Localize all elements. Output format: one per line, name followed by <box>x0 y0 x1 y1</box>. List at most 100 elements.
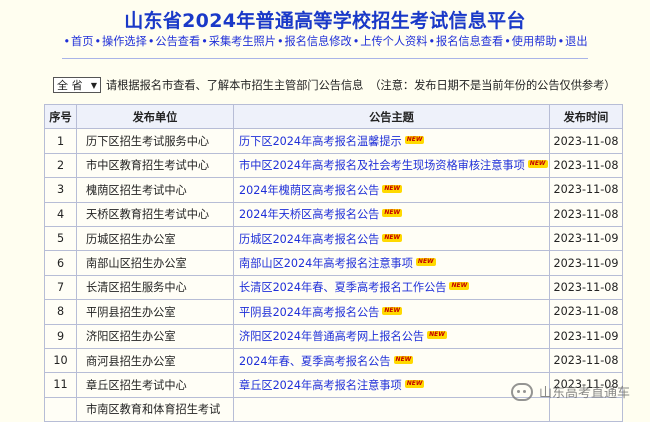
row-no: 7 <box>44 274 77 301</box>
row-no-text: 10 <box>53 354 68 368</box>
row-date: 2023-11-09 <box>549 323 623 349</box>
row-topic: 2024年春、夏季高考报名公告 NEW <box>233 347 550 374</box>
row-date: 2023-11-09 <box>549 225 623 252</box>
watermark: 山东高考直通车 <box>510 382 630 401</box>
new-badge-icon: NEW <box>427 331 447 340</box>
table-row: 2 市中区教育招生考试中心 市中区2024年高考报名及社会考生现场资格审核注意事项 N… <box>44 152 623 179</box>
table-row: 9 济阳区招生办公室 济阳区2024年普通高考网上报名公告 NEW 2023-11-09 <box>44 323 623 349</box>
row-no-text: 3 <box>56 183 65 197</box>
header-no: 序号 <box>44 103 77 130</box>
header-topic: 公告主题 <box>233 103 550 130</box>
row-date: 2023-11-08 <box>549 152 623 179</box>
row-unit-text: 历下区招生考试服务中心 <box>86 135 210 149</box>
announcement-link[interactable]: 长清区2024年春、夏季高考报名工作公告 <box>239 281 446 294</box>
announcement-link[interactable]: 南部山区2024年高考报名注意事项 <box>239 257 413 270</box>
announcement-link[interactable]: 市中区2024年高考报名及社会考生现场资格审核注意事项 <box>239 159 525 172</box>
row-unit-text: 平阴县招生办公室 <box>86 305 176 319</box>
row-topic: 济阳区2024年普通高考网上报名公告 NEW <box>233 323 550 349</box>
row-unit: 商河县招生办公室 <box>76 347 234 374</box>
row-date-text: 2023-11-08 <box>553 280 619 294</box>
row-topic: 南部山区2024年高考报名注意事项 NEW <box>233 250 550 276</box>
row-no: 8 <box>44 299 77 325</box>
chevron-down-icon: ▼ <box>90 80 97 90</box>
announcement-link[interactable]: 历城区2024年高考报名公告 <box>239 233 379 246</box>
row-date-text: 2023-11-09 <box>553 232 619 246</box>
new-badge-icon: NEW <box>382 184 403 193</box>
row-date: 2023-11-08 <box>549 201 623 227</box>
row-topic: 2024年槐荫区高考报名公告 NEW <box>233 177 550 203</box>
row-no: 5 <box>44 225 77 252</box>
announcement-link[interactable]: 历下区2024年高考报名温馨提示 <box>239 135 402 148</box>
row-unit-text: 槐荫区招生考试中心 <box>86 183 187 197</box>
row-unit-text: 章丘区招生考试中心 <box>86 378 187 392</box>
row-unit: 章丘区招生考试中心 <box>76 372 234 398</box>
row-no: 3 <box>44 177 77 203</box>
row-date: 2023-11-08 <box>549 347 623 374</box>
nav-link[interactable]: 报名信息修改 <box>285 35 352 48</box>
row-topic: 平阴县2024年高考报名公告 NEW <box>233 299 550 325</box>
nav-link[interactable]: 使用帮助 <box>512 35 557 48</box>
row-unit: 济阳区招生办公室 <box>76 323 234 349</box>
nav-bullet-icon: • <box>557 35 565 48</box>
row-unit-text: 天桥区教育招生考试中心 <box>86 208 210 222</box>
nav-bullet-icon: • <box>147 35 155 48</box>
nav-link[interactable]: 公告查看 <box>155 35 200 48</box>
row-topic: 章丘区2024年高考报名注意事项 NEW <box>233 372 550 398</box>
new-badge-icon: NEW <box>382 306 403 315</box>
page-title: 山东省2024年普通高等学校招生考试信息平台 <box>124 10 526 32</box>
nav-bullet-icon: • <box>94 35 102 48</box>
row-unit: 天桥区教育招生考试中心 <box>76 201 234 227</box>
row-date-text: 2023-11-08 <box>553 207 619 221</box>
table-row: 5 历城区招生办公室 历城区2024年高考报名公告 NEW 2023-11-09 <box>44 225 623 252</box>
nav-bullet-icon: • <box>276 35 284 48</box>
top-nav: •首页•操作选择•公告查看•采集考生照片•报名信息修改•上传个人资料•报名信息查… <box>0 33 650 49</box>
row-no-text: 1 <box>56 134 65 148</box>
row-unit-text: 商河县招生办公室 <box>86 354 176 368</box>
row-no-text: 4 <box>56 207 65 221</box>
row-no-text: 6 <box>56 256 65 270</box>
row-no-text: 11 <box>53 378 68 392</box>
row-no-text: 5 <box>56 232 65 246</box>
nav-bullet-icon: • <box>352 35 360 48</box>
nav-bullet-icon: • <box>428 35 436 48</box>
row-no-text: 8 <box>56 305 65 319</box>
divider <box>62 58 588 59</box>
nav-link[interactable]: 上传个人资料 <box>360 35 427 48</box>
row-date: 2023-11-08 <box>549 128 623 154</box>
row-unit: 历城区招生办公室 <box>76 225 234 252</box>
nav-link[interactable]: 退出 <box>565 35 587 48</box>
row-date-text: 2023-11-09 <box>553 256 619 270</box>
row-no: 4 <box>44 201 77 227</box>
nav-link[interactable]: 首页 <box>71 35 93 48</box>
row-unit-text: 历城区招生办公室 <box>86 232 176 246</box>
row-no: 10 <box>44 347 77 374</box>
table-row: 3 槐荫区招生考试中心 2024年槐荫区高考报名公告 NEW 2023-11-08 <box>44 177 623 203</box>
row-date-text: 2023-11-08 <box>553 354 619 368</box>
row-unit: 历下区招生考试服务中心 <box>76 128 234 154</box>
new-badge-icon: NEW <box>382 233 403 242</box>
nav-link[interactable]: 采集考生照片 <box>209 35 276 48</box>
row-unit: 市南区教育和体育招生考试 <box>76 396 234 422</box>
region-select[interactable]: 全 省 ▼ <box>53 77 101 93</box>
nav-link[interactable]: 报名信息查看 <box>436 35 503 48</box>
row-unit-text: 市中区教育招生考试中心 <box>86 159 210 173</box>
new-badge-icon: NEW <box>527 160 548 169</box>
new-badge-icon: NEW <box>404 379 425 388</box>
new-badge-icon: NEW <box>393 355 414 364</box>
announcement-link[interactable]: 2024年春、夏季高考报名公告 <box>239 355 391 368</box>
new-badge-icon: NEW <box>415 258 436 267</box>
nav-bullet-icon: • <box>63 35 71 48</box>
header-date: 发布时间 <box>549 103 623 130</box>
announcement-link[interactable]: 平阴县2024年高考报名公告 <box>239 306 379 319</box>
announcement-table: 序号 发布单位 公告主题 发布时间 1 历下区招生考试服务中心 历下区2024年高考… <box>44 103 623 422</box>
announcement-link[interactable]: 2024年天桥区高考报名公告 <box>239 208 379 221</box>
table-header-row: 序号 发布单位 公告主题 发布时间 <box>44 103 623 130</box>
row-no: 9 <box>44 323 77 349</box>
nav-link[interactable]: 操作选择 <box>102 35 147 48</box>
table-row: 8 平阴县招生办公室 平阴县2024年高考报名公告 NEW 2023-11-08 <box>44 299 623 325</box>
announcement-link[interactable]: 济阳区2024年普通高考网上报名公告 <box>239 330 424 343</box>
table-row: 7 长清区招生服务中心 长清区2024年春、夏季高考报名工作公告 NEW 2023-11… <box>44 274 623 301</box>
row-no-text: 7 <box>56 280 65 294</box>
announcement-link[interactable]: 2024年槐荫区高考报名公告 <box>239 184 379 197</box>
announcement-link[interactable]: 章丘区2024年高考报名注意事项 <box>239 379 402 392</box>
